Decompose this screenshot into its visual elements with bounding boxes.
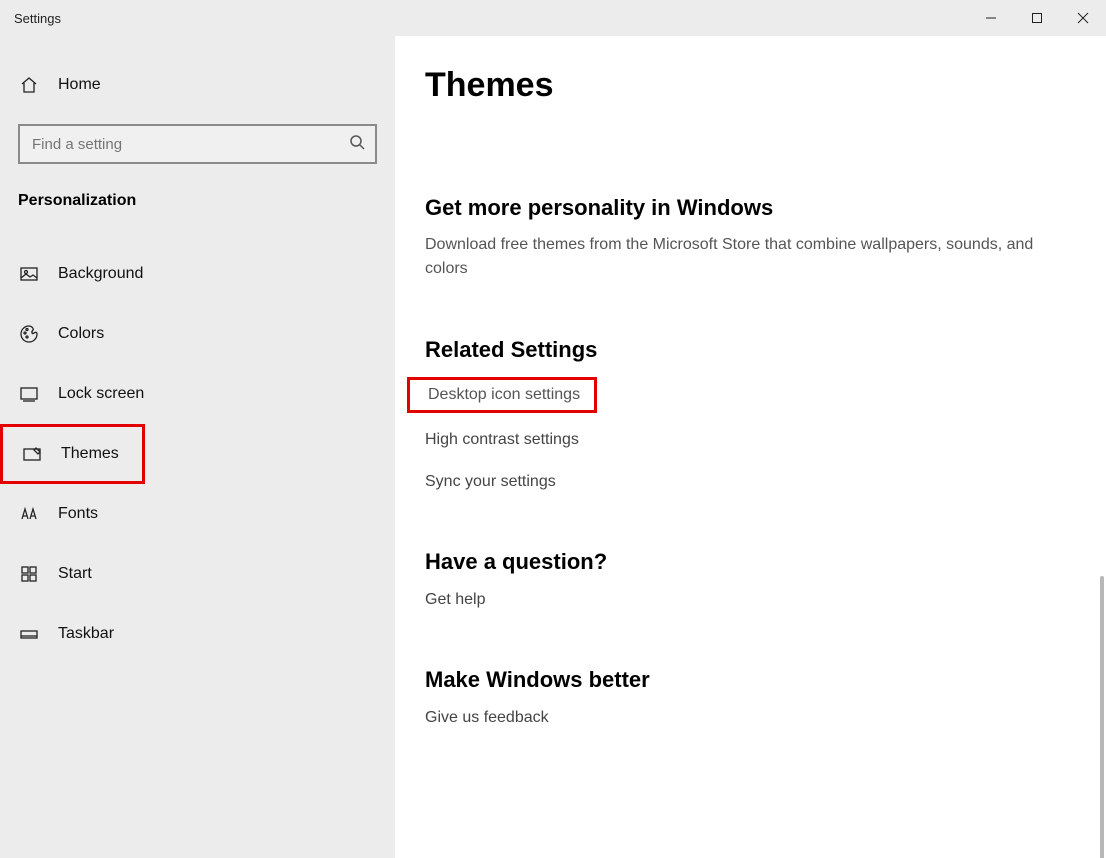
fonts-icon <box>18 503 40 525</box>
sidebar-home-label: Home <box>58 76 101 94</box>
sidebar-item-fonts[interactable]: Fonts <box>0 484 395 544</box>
minimize-button[interactable] <box>968 0 1014 36</box>
sidebar-item-start[interactable]: Start <box>0 544 395 604</box>
sidebar-item-label: Start <box>58 565 92 583</box>
question-heading: Have a question? <box>425 549 1076 575</box>
sidebar-item-themes[interactable]: Themes <box>0 424 145 484</box>
personality-heading: Get more personality in Windows <box>425 195 1076 221</box>
page-title: Themes <box>425 66 1076 105</box>
link-label: Desktop icon settings <box>428 386 580 403</box>
themes-icon <box>21 443 43 465</box>
sidebar-item-label: Background <box>58 265 143 283</box>
main-content: Themes Get more personality in Windows D… <box>395 36 1106 858</box>
scrollbar[interactable] <box>1100 576 1104 858</box>
taskbar-icon <box>18 623 40 645</box>
titlebar: Settings <box>0 0 1106 36</box>
sidebar-item-label: Lock screen <box>58 385 144 403</box>
start-icon <box>18 563 40 585</box>
personality-desc: Download free themes from the Microsoft … <box>425 233 1065 281</box>
close-button[interactable] <box>1060 0 1106 36</box>
sidebar-category: Personalization <box>0 164 395 220</box>
link-high-contrast-settings[interactable]: High contrast settings <box>425 419 1076 461</box>
link-get-help[interactable]: Get help <box>425 587 1076 621</box>
search-input[interactable] <box>32 136 349 153</box>
lock-screen-icon <box>18 383 40 405</box>
link-give-feedback[interactable]: Give us feedback <box>425 705 1076 739</box>
search-icon <box>349 134 365 155</box>
search-box[interactable] <box>18 124 377 164</box>
palette-icon <box>18 323 40 345</box>
link-sync-your-settings[interactable]: Sync your settings <box>425 461 1076 503</box>
sidebar-item-colors[interactable]: Colors <box>0 304 395 364</box>
maximize-button[interactable] <box>1014 0 1060 36</box>
related-heading: Related Settings <box>425 337 1076 363</box>
sidebar-home[interactable]: Home <box>0 64 395 106</box>
sidebar-item-lock-screen[interactable]: Lock screen <box>0 364 395 424</box>
sidebar-item-label: Taskbar <box>58 625 114 643</box>
sidebar: Home Personalization Background <box>0 36 395 858</box>
sidebar-item-label: Fonts <box>58 505 98 523</box>
better-heading: Make Windows better <box>425 667 1076 693</box>
sidebar-item-taskbar[interactable]: Taskbar <box>0 604 395 664</box>
sidebar-item-background[interactable]: Background <box>0 244 395 304</box>
sidebar-item-label: Colors <box>58 325 104 343</box>
link-desktop-icon-settings[interactable]: Desktop icon settings <box>407 377 597 413</box>
home-icon <box>18 74 40 96</box>
picture-icon <box>18 263 40 285</box>
window-title: Settings <box>0 11 61 26</box>
sidebar-item-label: Themes <box>61 445 119 463</box>
